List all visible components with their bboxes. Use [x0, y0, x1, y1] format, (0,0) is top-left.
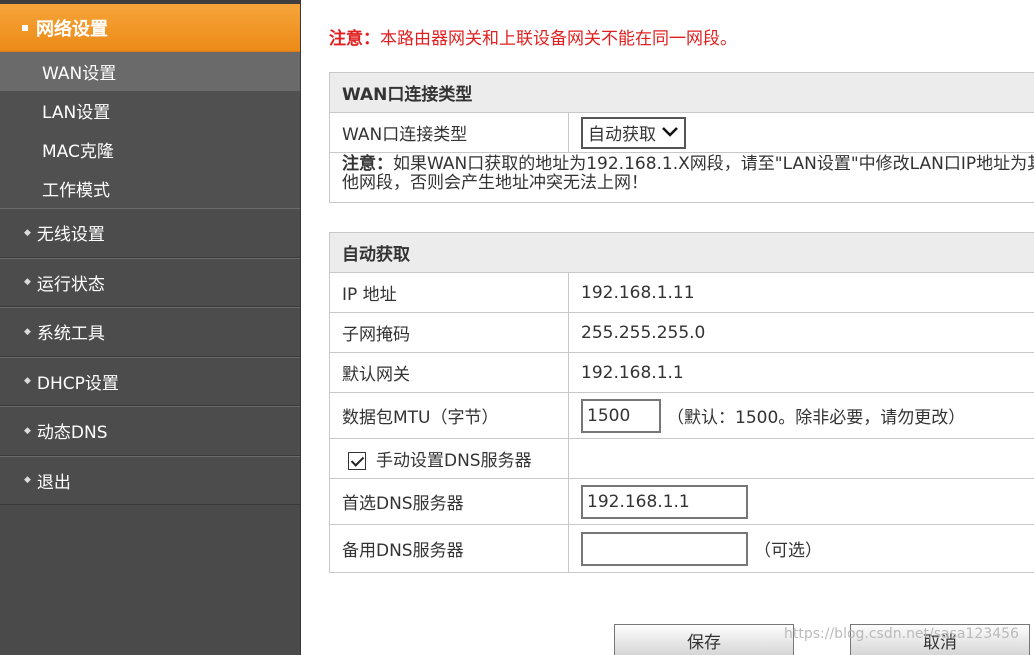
mtu-hint: （默认：1500。除非必要，请勿更改）	[667, 408, 966, 428]
main-content: 注意：本路由器网关和上联设备网关不能在同一网段。 WAN口连接类型 WAN口连接…	[301, 0, 1034, 655]
arrow-right-icon: ◆	[24, 376, 31, 387]
dns-manual-checkbox[interactable]	[348, 452, 366, 470]
arrow-right-icon: ◆	[24, 475, 31, 486]
wan-type-cell: 自动获取	[568, 112, 1034, 153]
submenu-work-mode[interactable]: 工作模式	[0, 169, 300, 208]
dns1-cell: 192.168.1.1	[568, 478, 1034, 525]
top-notice-label: 注意：	[329, 29, 380, 49]
dns-manual-empty	[568, 438, 1034, 479]
submenu-wan-settings[interactable]: WAN设置	[0, 52, 300, 91]
ip-address-value: 192.168.1.11	[568, 272, 1034, 313]
arrow-right-icon: ◆	[24, 277, 31, 288]
top-notice-text: 本路由器网关和上联设备网关不能在同一网段。	[380, 29, 737, 49]
submenu-lan-settings[interactable]: LAN设置	[0, 91, 300, 130]
wan-type-panel: WAN口连接类型 WAN口连接类型 自动获取 注意：如果WAN口获取的地址为19…	[329, 72, 1034, 203]
auto-config-header: 自动获取	[329, 232, 1034, 273]
mtu-cell: 1500 （默认：1500。除非必要，请勿更改）	[568, 392, 1034, 439]
mtu-input[interactable]: 1500	[581, 398, 661, 433]
dns1-input[interactable]: 192.168.1.1	[581, 484, 748, 519]
mtu-label: 数据包MTU（字节）	[329, 392, 569, 439]
menu-dhcp-settings[interactable]: ◆ DHCP设置	[0, 356, 300, 406]
wan-type-label: WAN口连接类型	[329, 112, 569, 153]
menu-label: 退出	[36, 472, 71, 493]
menu-label: DHCP设置	[36, 373, 119, 394]
wan-type-note: 注意：如果WAN口获取的地址为192.168.1.X网段，请至"LAN设置"中修…	[329, 152, 1034, 203]
menu-label: 系统工具	[36, 324, 105, 345]
dns-manual-label: 手动设置DNS服务器	[376, 451, 532, 471]
menu-label: 运行状态	[36, 274, 105, 295]
dns-manual-cell: 手动设置DNS服务器	[329, 438, 569, 479]
menu-dynamic-dns[interactable]: ◆ 动态DNS	[0, 406, 300, 456]
dns1-label: 首选DNS服务器	[329, 478, 569, 525]
submenu-mac-clone[interactable]: MAC克隆	[0, 130, 300, 169]
arrow-right-icon: ◆	[24, 227, 31, 238]
top-notice: 注意：本路由器网关和上联设备网关不能在同一网段。	[329, 24, 737, 49]
ip-address-label: IP 地址	[329, 272, 569, 313]
wan-type-select-value: 自动获取	[588, 125, 656, 145]
watermark: https://blog.csdn.net/sasa123456	[784, 626, 1019, 642]
wan-type-note-text: 如果WAN口获取的地址为192.168.1.X网段，请至"LAN设置"中修改LA…	[342, 154, 1034, 193]
dns2-input[interactable]	[581, 531, 748, 566]
menu-network-settings-label: 网络设置	[36, 18, 108, 40]
gateway-value: 192.168.1.1	[568, 352, 1034, 393]
auto-config-panel: 自动获取 IP 地址 192.168.1.11 子网掩码 255.255.255…	[329, 232, 1034, 573]
menu-logout[interactable]: ◆ 退出	[0, 455, 300, 505]
menu-wireless-settings[interactable]: ◆ 无线设置	[0, 208, 300, 258]
gateway-label: 默认网关	[329, 352, 569, 393]
sidebar: 网络设置 WAN设置 LAN设置 MAC克隆 工作模式 ◆ 无线设置 ◆ 运行状…	[0, 0, 301, 655]
chevron-down-icon	[662, 125, 678, 141]
dns2-hint: （可选）	[754, 541, 822, 561]
wan-type-note-label: 注意：	[342, 154, 393, 174]
bullet-icon	[22, 24, 28, 31]
menu-network-settings[interactable]: 网络设置	[0, 4, 300, 52]
menu-system-tools[interactable]: ◆ 系统工具	[0, 307, 300, 357]
subnet-mask-value: 255.255.255.0	[568, 312, 1034, 353]
subnet-mask-label: 子网掩码	[329, 312, 569, 353]
arrow-right-icon: ◆	[24, 326, 31, 337]
menu-running-status[interactable]: ◆ 运行状态	[0, 257, 300, 307]
dns2-label: 备用DNS服务器	[329, 524, 569, 573]
save-button[interactable]: 保存	[614, 624, 794, 655]
arrow-right-icon: ◆	[24, 425, 31, 436]
menu-label: 无线设置	[36, 225, 105, 246]
menu-label: 动态DNS	[36, 423, 108, 444]
wan-type-header: WAN口连接类型	[329, 72, 1034, 113]
dns2-cell: （可选）	[568, 524, 1034, 573]
wan-type-select[interactable]: 自动获取	[581, 116, 686, 149]
